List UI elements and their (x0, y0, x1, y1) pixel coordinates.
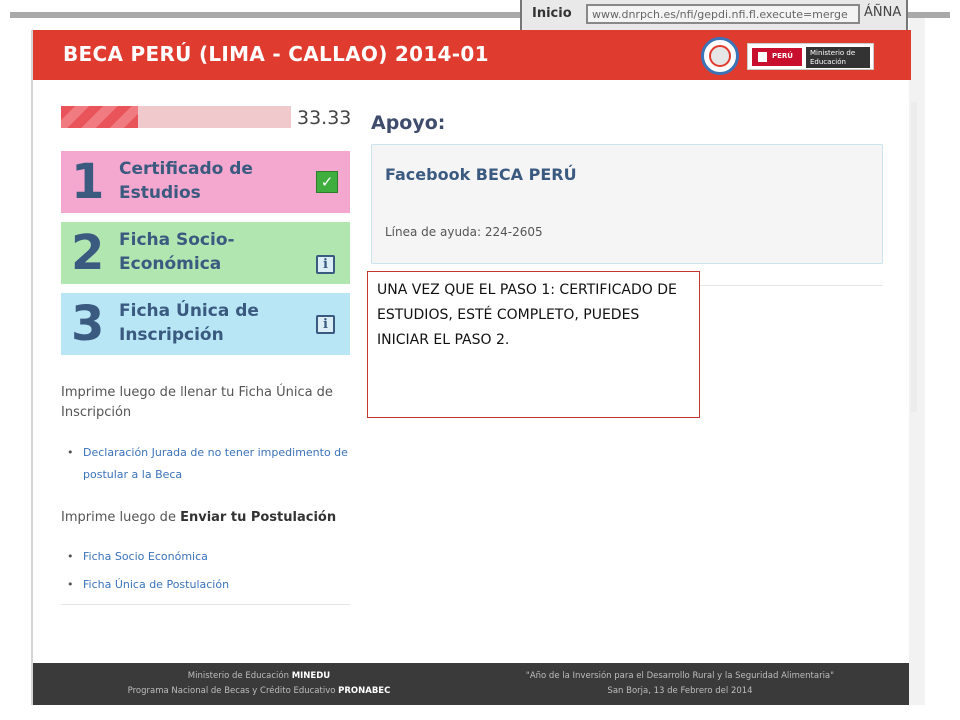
footer-left: Ministerio de Educación MINEDU Programa … (127, 671, 391, 696)
page-right-shadow (911, 102, 917, 412)
step-number: 3 (71, 296, 105, 352)
apoyo-heading: Apoyo: (371, 112, 446, 134)
apoyo-panel: Facebook BECA PERÚ Línea de ayuda: 224-2… (371, 144, 883, 264)
progress-bar (61, 106, 291, 128)
page-footer: Ministerio de Educación MINEDU Programa … (33, 663, 909, 705)
tab-tail-text: ÁÑNA (864, 5, 902, 20)
check-icon: ✓ (316, 171, 338, 193)
instruction-callout: UNA VEZ QUE EL PASO 1: CERTIFICADO DE ES… (367, 271, 700, 418)
link-ficha-unica-postulacion[interactable]: Ficha Única de Postulación (67, 571, 349, 599)
slide: Inicio www.dnrpch.es/nfi/gepdi.nfi.fl.ex… (0, 0, 960, 720)
beca-seal-icon (701, 37, 739, 75)
browser-bar: Inicio www.dnrpch.es/nfi/gepdi.nfi.fl.ex… (520, 0, 908, 30)
minedu-logo: PERÚ Ministerio de Educación (747, 43, 874, 70)
crest-icon (757, 51, 768, 63)
step-2-ficha-socio[interactable]: 2 Ficha Socio-Económica i (61, 222, 350, 284)
peru-badge: PERÚ (752, 48, 802, 66)
page-header: BECA PERÚ (LIMA - CALLAO) 2014-01 PERÚ M… (33, 30, 911, 80)
footer-right: "Año de la Inversión para el Desarrollo … (525, 671, 835, 696)
address-bar[interactable]: www.dnrpch.es/nfi/gepdi.nfi.fl.execute=m… (586, 4, 860, 24)
step-label: Ficha Única de Inscripción (119, 301, 259, 345)
link-declaracion-jurada[interactable]: Declaración Jurada de no tener impedimen… (67, 442, 349, 486)
callout-text: UNA VEZ QUE EL PASO 1: CERTIFICADO DE ES… (377, 282, 677, 348)
print-links-2: Ficha Socio Económica Ficha Única de Pos… (67, 543, 349, 599)
step-number: 2 (71, 225, 105, 281)
step-number: 1 (71, 154, 105, 210)
info-icon[interactable]: i (316, 255, 335, 274)
print-links-1: Declaración Jurada de no tener impedimen… (67, 442, 349, 486)
step-label: Certificado de Estudios (119, 159, 253, 203)
progress-value: 33.33 (297, 107, 352, 129)
inicio-tab[interactable]: Inicio (532, 6, 572, 21)
progress-fill (61, 106, 138, 128)
ministerio-label: Ministerio de Educación (806, 47, 870, 68)
step-1-certificado[interactable]: 1 Certificado de Estudios ✓ (61, 151, 350, 213)
step-label: Ficha Socio-Económica (119, 230, 235, 274)
info-icon[interactable]: i (316, 315, 335, 334)
left-divider (61, 604, 350, 605)
link-ficha-socio-economica[interactable]: Ficha Socio Económica (67, 543, 349, 571)
print-heading-inscripcion: Imprime luego de llenar tu Ficha Única d… (61, 385, 333, 420)
page-title: BECA PERÚ (LIMA - CALLAO) 2014-01 (63, 42, 489, 66)
facebook-link[interactable]: Facebook BECA PERÚ (385, 165, 577, 184)
help-line: Línea de ayuda: 224-2605 (385, 225, 543, 239)
step-3-ficha-unica[interactable]: 3 Ficha Única de Inscripción i (61, 293, 350, 355)
print-heading-postulacion: Imprime luego de Enviar tu Postulación (61, 510, 337, 525)
